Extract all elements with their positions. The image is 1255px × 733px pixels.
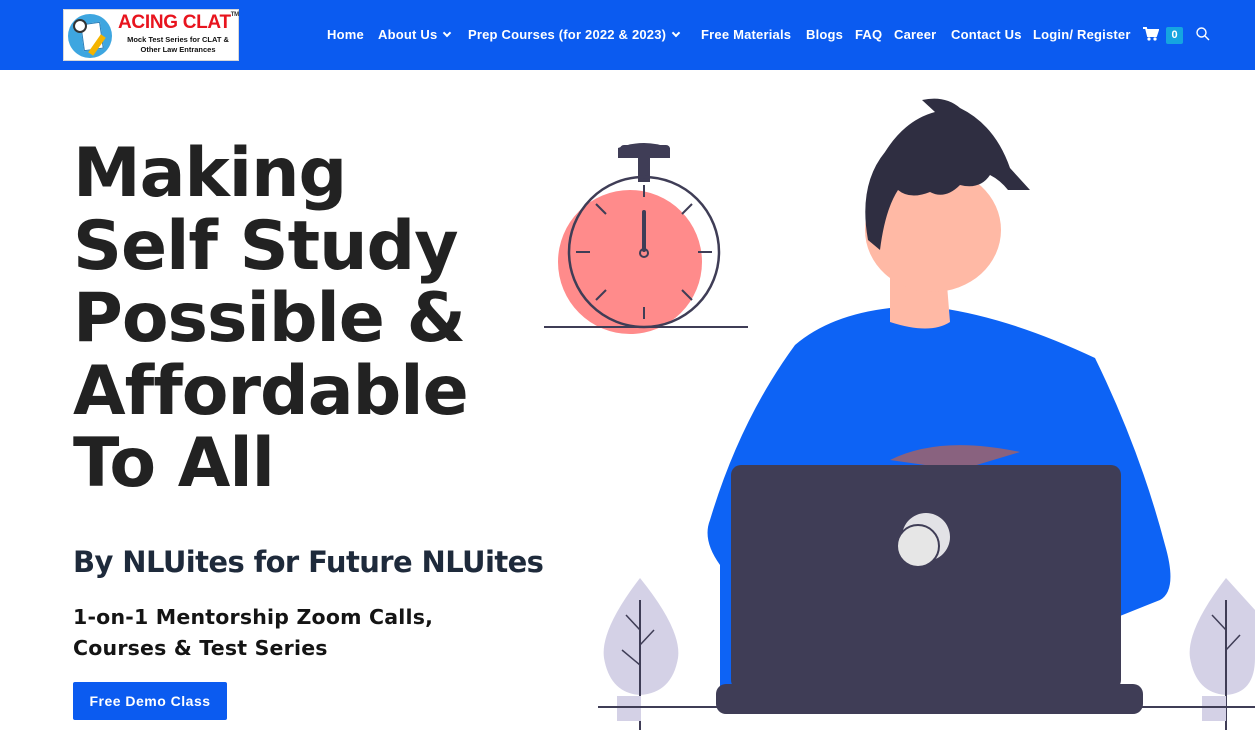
site-header: ACING CLATTM Mock Test Series for CLAT &…: [0, 0, 1255, 70]
laptop-icon: [716, 465, 1143, 714]
nav-item-faq[interactable]: FAQ: [855, 27, 882, 43]
search-icon[interactable]: [1196, 27, 1210, 41]
hero-subheading: By NLUites for Future NLUites: [73, 545, 544, 579]
hero-heading-line: Possible &: [73, 279, 466, 358]
chevron-down-icon: [443, 28, 452, 38]
hero-description: 1-on-1 Mentorship Zoom Calls, Courses & …: [73, 605, 434, 660]
nav-item-login-register[interactable]: Login/ Register: [1033, 27, 1131, 43]
hero-heading-line: To All: [73, 424, 275, 503]
nav-item-blogs[interactable]: Blogs: [806, 27, 843, 43]
chevron-down-icon: [671, 28, 681, 38]
hero-heading-line: Self Study: [73, 206, 459, 286]
cart-icon[interactable]: [1143, 27, 1159, 41]
hero-heading: Making Self Study Possible & Affordable …: [73, 134, 533, 503]
hero-illustration: [544, 98, 1255, 730]
hero-heading-line: Affordable: [73, 351, 469, 431]
cart-count-badge[interactable]: 0: [1166, 27, 1183, 44]
nav-item-prep-courses[interactable]: Prep Courses (for 2022 & 2023): [468, 27, 681, 43]
main-nav: Home About Us Prep Courses (for 2022 & 2…: [0, 0, 1255, 70]
free-demo-class-button[interactable]: Free Demo Class: [73, 682, 227, 720]
nav-item-about-us[interactable]: About Us: [378, 27, 452, 43]
stopwatch-icon: [544, 143, 748, 334]
nav-item-career[interactable]: Career: [894, 27, 936, 43]
hero-heading-line: Making: [73, 134, 347, 213]
nav-item-contact-us[interactable]: Contact Us: [951, 27, 1022, 43]
nav-item-free-materials[interactable]: Free Materials: [701, 27, 791, 43]
nav-item-home[interactable]: Home: [327, 27, 364, 43]
